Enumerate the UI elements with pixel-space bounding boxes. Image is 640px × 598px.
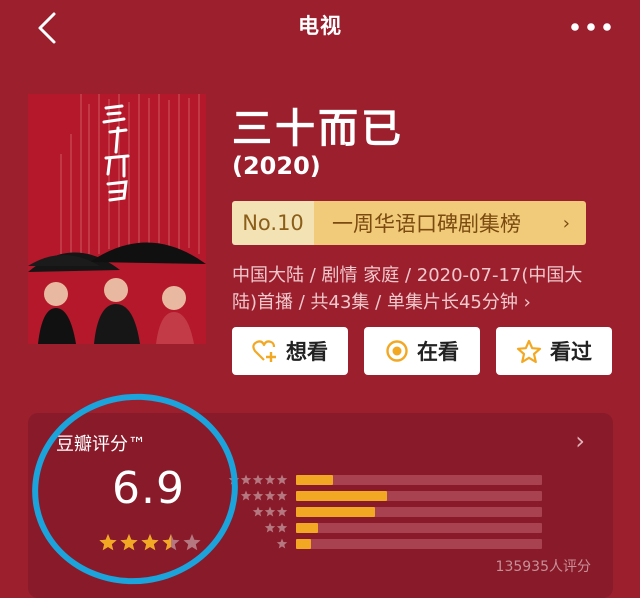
distribution-stars-icon [240, 490, 288, 501]
show-title: 三十而已 [232, 106, 404, 152]
chevron-right-icon: › [562, 212, 570, 234]
distribution-stars-icon [276, 538, 288, 549]
star-filled-icon [120, 534, 138, 551]
watched-button[interactable]: 看过 [496, 327, 612, 375]
poster-image[interactable] [28, 94, 206, 344]
distribution-bar-track [296, 475, 542, 485]
heart-plus-icon [252, 340, 276, 362]
rating-panel[interactable]: 豆瓣评分™ › 6.9 135935人评分 [28, 413, 613, 598]
chevron-right-icon[interactable]: › [575, 427, 585, 455]
distribution-bar-fill [296, 475, 333, 485]
distribution-bar-fill [296, 539, 311, 549]
want-to-watch-button[interactable]: 想看 [232, 327, 348, 375]
distribution-stars-icon [228, 474, 288, 485]
distribution-bar-track [296, 507, 542, 517]
distribution-bar-track [296, 491, 542, 501]
distribution-bar-track [296, 539, 542, 549]
distribution-bar-fill [296, 523, 319, 533]
rank-list-label: 一周华语口碑剧集榜 [332, 212, 521, 236]
distribution-stars-icon [264, 522, 288, 533]
star-empty-icon [183, 534, 201, 551]
more-horizontal-icon[interactable] [570, 22, 612, 32]
want-to-watch-label: 想看 [286, 340, 328, 364]
rating-stars [99, 534, 201, 551]
distribution-bar-fill [296, 491, 388, 501]
watching-label: 在看 [417, 340, 459, 364]
rating-label: 豆瓣评分™ [56, 434, 146, 455]
distribution-bar-track [296, 523, 542, 533]
ranking-badge[interactable]: No.10 一周华语口碑剧集榜 › [232, 201, 586, 245]
distribution-stars-icon [252, 506, 288, 517]
distribution-bar-fill [296, 507, 375, 517]
rating-count: 135935人评分 [495, 559, 591, 575]
radio-dot-icon [386, 340, 408, 362]
rank-number: No.10 [232, 201, 314, 245]
star-outline-icon [516, 339, 542, 363]
show-year: (2020) [232, 152, 321, 180]
page-title: 电视 [298, 14, 342, 38]
chevron-right-icon: › [523, 292, 531, 313]
rating-score: 6.9 [112, 463, 185, 514]
watched-label: 看过 [550, 340, 592, 364]
star-filled-icon [99, 534, 117, 551]
watching-button[interactable]: 在看 [364, 327, 480, 375]
rank-list-name: 一周华语口碑剧集榜 › [314, 201, 586, 245]
show-meta[interactable]: 中国大陆 / 剧情 家庭 / 2020-07-17(中国大陆)首播 / 共43集… [232, 262, 602, 316]
action-buttons: 想看 在看 看过 [232, 327, 612, 375]
top-bar: 电视 [0, 0, 640, 56]
star-filled-icon [141, 534, 159, 551]
